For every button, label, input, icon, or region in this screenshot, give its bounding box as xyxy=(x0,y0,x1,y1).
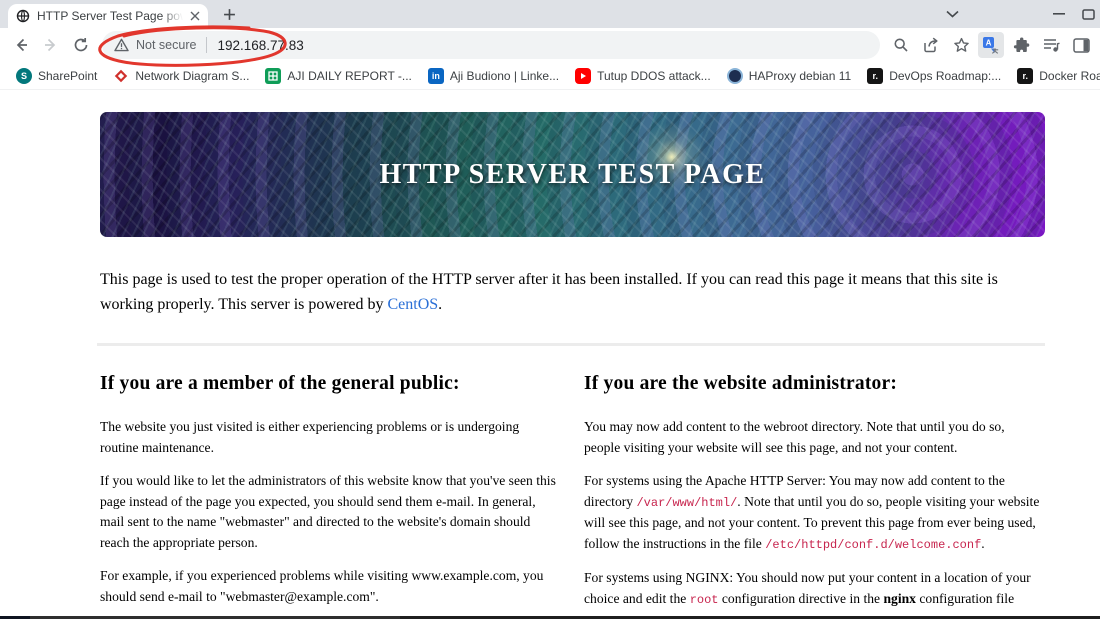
inline-code: /etc/httpd/conf.d/welcome.conf xyxy=(765,537,982,552)
bookmark-devops-roadmap[interactable]: r. DevOps Roadmap:... xyxy=(859,65,1009,87)
paragraph: You may now add content to the webroot d… xyxy=(584,419,1005,455)
administrator-column: If you are the website administrator: Yo… xyxy=(584,373,1042,619)
general-public-column: If you are a member of the general publi… xyxy=(100,373,558,619)
paragraph: The website you just visited is either e… xyxy=(100,419,520,455)
bookmark-sharepoint[interactable]: S SharePoint xyxy=(8,65,105,87)
bold-text: nginx xyxy=(883,590,916,606)
browser-tab[interactable]: HTTP Server Test Page powered xyxy=(8,4,208,28)
globe-favicon-icon xyxy=(16,9,30,23)
diagram-icon xyxy=(113,68,129,84)
paragraph: If you would like to let the administrat… xyxy=(100,473,556,550)
not-secure-warning-icon[interactable] xyxy=(114,38,129,52)
haproxy-icon xyxy=(726,67,743,84)
side-panel-icon[interactable] xyxy=(1068,32,1094,58)
roadmap-icon: r. xyxy=(1017,67,1034,84)
bookmarks-bar: S SharePoint Network Diagram S... AJI DA… xyxy=(0,62,1100,90)
sharepoint-icon: S xyxy=(16,67,32,84)
intro-paragraph: This page is used to test the proper ope… xyxy=(100,271,998,313)
search-icon[interactable] xyxy=(888,32,914,58)
share-icon[interactable] xyxy=(918,32,944,58)
bookmark-star-icon[interactable] xyxy=(948,32,974,58)
centos-link[interactable]: CentOS xyxy=(388,296,439,313)
bookmark-docker-roadmap[interactable]: r. Docker Roadmap -... xyxy=(1009,65,1100,87)
forward-icon[interactable] xyxy=(37,31,65,59)
tab-strip: HTTP Server Test Page powered xyxy=(0,0,1100,28)
bookmark-youtube[interactable]: Tutup DDOS attack... xyxy=(567,65,719,87)
bookmark-network-diagram[interactable]: Network Diagram S... xyxy=(105,65,257,87)
maximize-button[interactable] xyxy=(1082,0,1100,28)
google-sheets-icon xyxy=(265,67,282,84)
inline-code: root xyxy=(689,592,719,607)
web-page-content: HTTP SERVER TEST PAGE This page is used … xyxy=(0,90,1100,619)
security-label[interactable]: Not secure xyxy=(136,38,196,52)
roadmap-icon: r. xyxy=(867,67,884,84)
inline-code: /var/www/html/ xyxy=(636,495,738,510)
bookmark-sheets-report[interactable]: AJI DAILY REPORT -... xyxy=(257,65,419,87)
tab-search-chevron-icon[interactable] xyxy=(934,0,970,28)
translate-icon[interactable]: A xyxy=(978,32,1004,58)
extensions-puzzle-icon[interactable] xyxy=(1008,32,1034,58)
general-public-heading: If you are a member of the general publi… xyxy=(100,373,460,394)
banner-title: HTTP SERVER TEST PAGE xyxy=(379,158,766,190)
bookmark-linkedin[interactable]: in Aji Budiono | Linke... xyxy=(420,65,567,87)
horizontal-divider xyxy=(97,343,1045,346)
tab-close-icon[interactable] xyxy=(190,11,200,21)
url-text[interactable]: 192.168.77.83 xyxy=(217,38,303,53)
back-icon[interactable] xyxy=(7,31,35,59)
tab-title: HTTP Server Test Page powered xyxy=(37,9,183,23)
media-controls-icon[interactable] xyxy=(1038,32,1064,58)
administrator-heading: If you are the website administrator: xyxy=(584,373,898,394)
youtube-icon xyxy=(575,67,592,84)
paragraph: For example, if you experienced problems… xyxy=(100,568,544,604)
linkedin-icon: in xyxy=(427,67,444,84)
paragraph: For systems using NGINX: You should now … xyxy=(584,570,1031,607)
bookmark-haproxy[interactable]: HAProxy debian 11 xyxy=(719,65,860,87)
minimize-button[interactable] xyxy=(1036,0,1082,28)
omnibox-divider xyxy=(206,37,208,53)
reload-icon[interactable] xyxy=(67,31,95,59)
new-tab-button[interactable] xyxy=(216,1,242,27)
browser-toolbar: Not secure 192.168.77.83 A xyxy=(0,28,1100,62)
paragraph: For systems using the Apache HTTP Server… xyxy=(584,473,1040,552)
address-bar[interactable]: Not secure 192.168.77.83 xyxy=(102,31,880,59)
svg-text:A: A xyxy=(986,39,992,48)
test-page-banner: HTTP SERVER TEST PAGE xyxy=(100,112,1045,237)
